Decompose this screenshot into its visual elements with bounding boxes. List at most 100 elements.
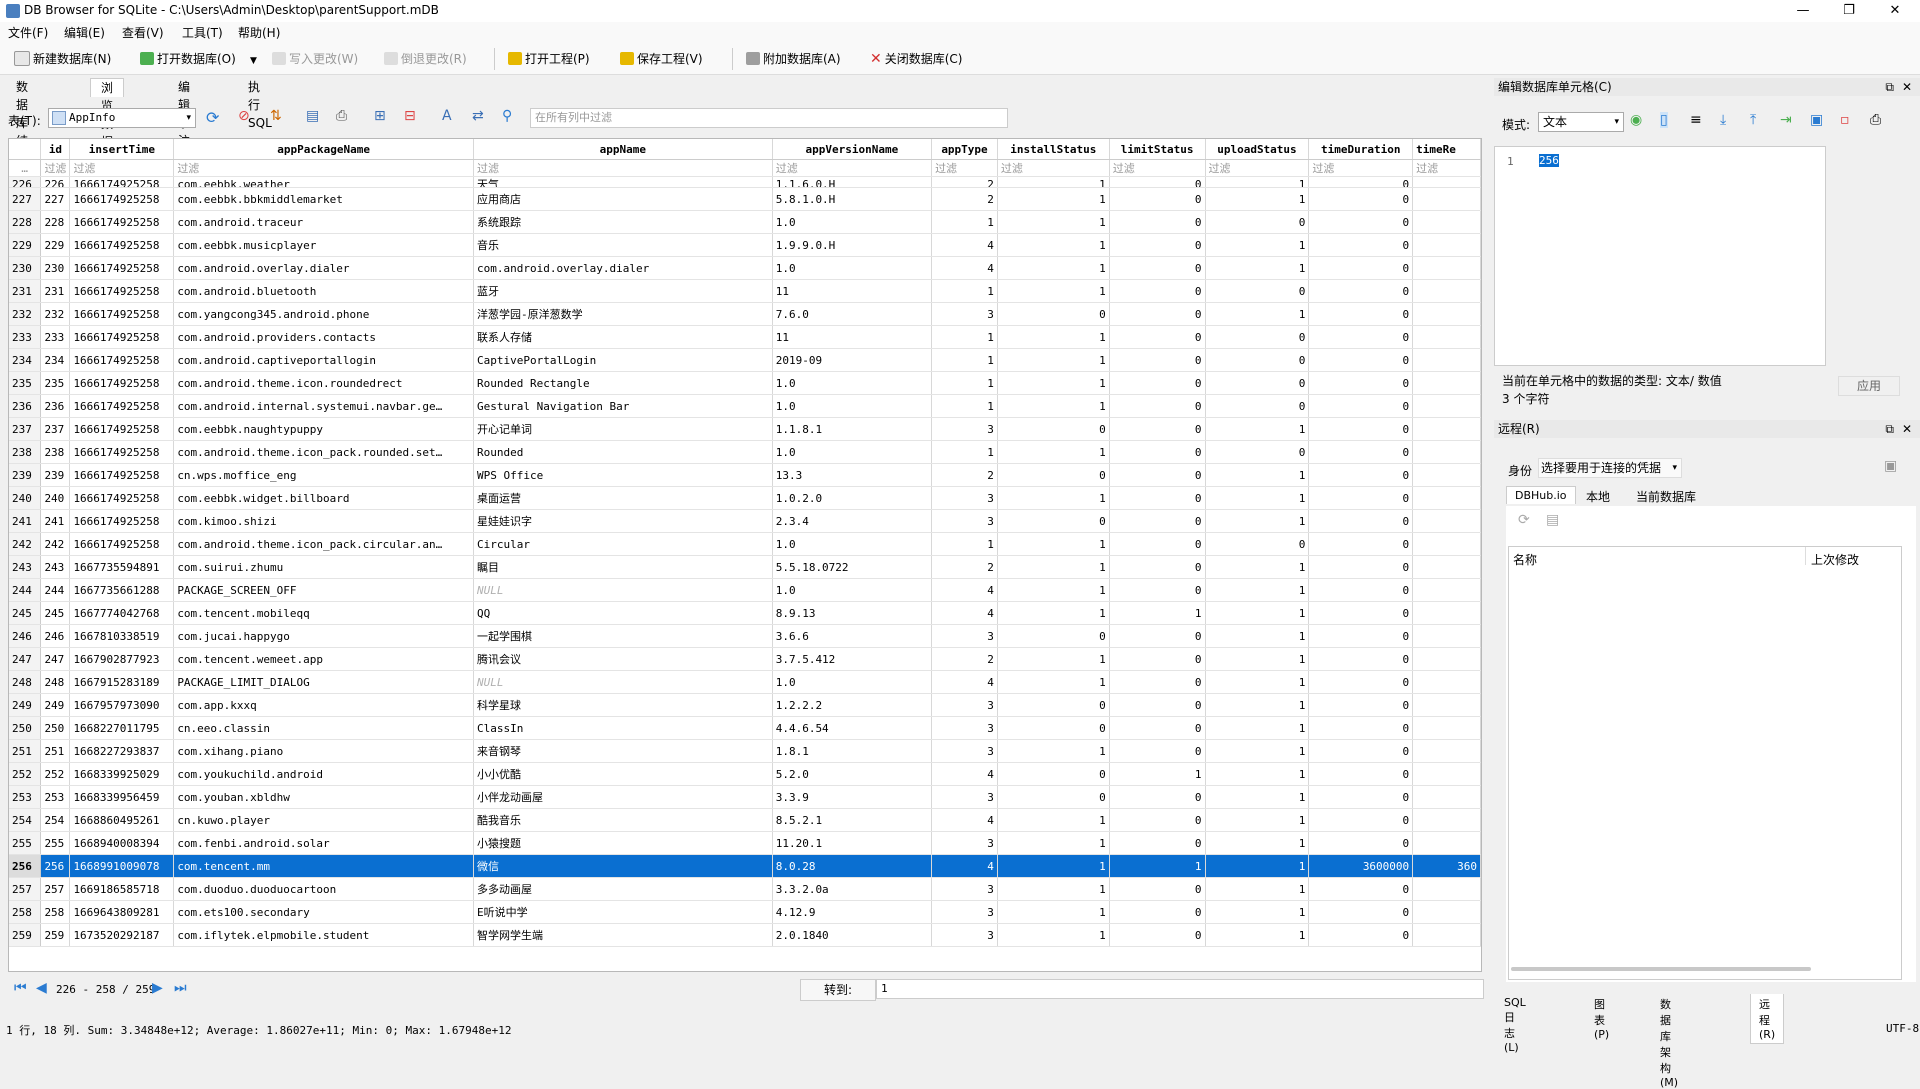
table-cell[interactable]: com.jucai.happygo xyxy=(173,624,474,648)
table-cell[interactable]: 1.0 xyxy=(772,440,933,464)
table-cell[interactable]: com.eebbk.bbkmiddlemarket xyxy=(173,187,474,211)
table-cell[interactable]: 1.0 xyxy=(772,578,933,602)
table-row[interactable]: 250 250 1668227011795 cn.eeo.classin ClassIn… xyxy=(9,716,1481,740)
table-cell[interactable]: 0 xyxy=(1109,509,1206,533)
table-cell[interactable]: 2 xyxy=(931,187,998,211)
table-cell[interactable]: 1666174925258 xyxy=(69,302,175,326)
table-cell[interactable]: 1 xyxy=(997,739,1110,763)
table-cell[interactable]: 小伴龙动画屋 xyxy=(473,785,773,809)
table-cell[interactable] xyxy=(1412,785,1481,809)
table-cell[interactable]: com.android.traceur xyxy=(173,210,474,234)
table-cell[interactable]: 1 xyxy=(1205,831,1310,855)
table-cell[interactable]: ClassIn xyxy=(473,716,773,740)
row-header[interactable]: 234 xyxy=(9,348,42,372)
table-cell[interactable]: 0 xyxy=(1308,785,1414,809)
table-cell[interactable]: com.android.theme.icon.roundedrect xyxy=(173,371,474,395)
table-row[interactable]: 238 238 1666174925258 com.android.theme.ico… xyxy=(9,440,1481,464)
table-row[interactable]: 237 237 1666174925258 com.eebbk.naughtypupp… xyxy=(9,417,1481,441)
table-cell[interactable]: PACKAGE_SCREEN_OFF xyxy=(173,578,474,602)
table-cell[interactable]: com.xihang.piano xyxy=(173,739,474,763)
table-cell[interactable]: 1 xyxy=(1205,785,1310,809)
column-filter-input[interactable]: 过滤 xyxy=(1308,159,1414,177)
table-cell[interactable]: 0 xyxy=(1109,785,1206,809)
table-cell[interactable]: 0 xyxy=(997,762,1110,786)
table-cell[interactable]: 1 xyxy=(1205,900,1310,924)
table-cell[interactable]: 小猿搜题 xyxy=(473,831,773,855)
table-cell[interactable]: 1668227011795 xyxy=(69,716,175,740)
table-cell[interactable] xyxy=(1412,348,1481,372)
table-cell[interactable]: 1 xyxy=(1109,762,1206,786)
table-cell[interactable]: 联系人存储 xyxy=(473,325,773,349)
table-cell[interactable]: 0 xyxy=(1109,279,1206,303)
table-cell[interactable]: 腾讯会议 xyxy=(473,647,773,671)
remote-hscrollbar[interactable] xyxy=(1511,967,1811,971)
table-cell[interactable]: 0 xyxy=(997,624,1110,648)
table-cell[interactable]: 0 xyxy=(1109,371,1206,395)
table-cell[interactable]: 1 xyxy=(931,394,998,418)
table-cell[interactable]: 2 xyxy=(931,463,998,487)
table-cell[interactable]: 0 xyxy=(1308,486,1414,510)
row-header[interactable]: 249 xyxy=(9,693,42,717)
table-cell[interactable]: 多多动画屋 xyxy=(473,877,773,901)
table-cell[interactable]: com.tencent.wemeet.app xyxy=(173,647,474,671)
table-cell[interactable]: QQ xyxy=(473,601,773,625)
table-cell[interactable] xyxy=(1412,624,1481,648)
table-cell[interactable]: 0 xyxy=(1205,325,1310,349)
table-cell[interactable]: 1667774042768 xyxy=(69,601,175,625)
table-cell[interactable]: 229 xyxy=(40,233,71,257)
row-header[interactable]: 241 xyxy=(9,509,42,533)
table-cell[interactable]: 1 xyxy=(997,176,1110,188)
table-cell[interactable]: 1.0 xyxy=(772,532,933,556)
column-header-apppackagename[interactable]: appPackageName xyxy=(173,139,474,160)
table-cell[interactable] xyxy=(1412,578,1481,602)
table-cell[interactable]: 0 xyxy=(1308,371,1414,395)
table-cell[interactable]: com.fenbi.android.solar xyxy=(173,831,474,855)
table-cell[interactable]: 1.8.1 xyxy=(772,739,933,763)
revert-changes-button[interactable]: 倒退更改(R) xyxy=(384,50,467,67)
row-header[interactable]: 245 xyxy=(9,601,42,625)
table-row[interactable]: 232 232 1666174925258 com.yangcong345.andro… xyxy=(9,302,1481,326)
table-cell[interactable]: 11 xyxy=(772,325,933,349)
table-cell[interactable]: 酷我音乐 xyxy=(473,808,773,832)
table-cell[interactable]: 1667957973090 xyxy=(69,693,175,717)
table-row[interactable]: 231 231 1666174925258 com.android.bluetooth… xyxy=(9,279,1481,303)
table-cell[interactable]: 天气 xyxy=(473,176,773,188)
row-header[interactable]: 255 xyxy=(9,831,42,855)
table-cell[interactable]: 0 xyxy=(1308,233,1414,257)
table-cell[interactable]: 232 xyxy=(40,302,71,326)
table-cell[interactable]: 音乐 xyxy=(473,233,773,257)
table-cell[interactable] xyxy=(1412,233,1481,257)
table-cell[interactable]: 3 xyxy=(931,900,998,924)
table-row[interactable]: 248 248 1667915283189 PACKAGE_LIMIT_DIALOG N… xyxy=(9,670,1481,694)
table-cell[interactable]: 1.9.9.0.H xyxy=(772,233,933,257)
table-cell[interactable]: com.eebbk.weather xyxy=(173,176,474,188)
set-null-icon[interactable]: ⇥ xyxy=(1780,112,1792,128)
table-cell[interactable]: 2019-09 xyxy=(772,348,933,372)
table-row[interactable]: 251 251 1668227293837 com.xihang.piano 来音钢琴 1… xyxy=(9,739,1481,763)
table-cell[interactable]: 0 xyxy=(1308,187,1414,211)
table-cell[interactable]: 4 xyxy=(931,578,998,602)
table-cell[interactable]: 3 xyxy=(931,739,998,763)
table-row[interactable]: 257 257 1669186585718 com.duoduo.duoduocart… xyxy=(9,877,1481,901)
table-cell[interactable]: 1 xyxy=(1205,716,1310,740)
table-cell[interactable]: 0 xyxy=(1109,394,1206,418)
table-cell[interactable]: 1666174925258 xyxy=(69,187,175,211)
table-cell[interactable]: 4 xyxy=(931,854,998,878)
table-cell[interactable]: 1 xyxy=(1205,187,1310,211)
table-row[interactable]: 226 226 1666174925258 com.eebbk.weather 天气 1.… xyxy=(9,176,1481,188)
table-cell[interactable]: 1 xyxy=(997,394,1110,418)
table-cell[interactable]: 0 xyxy=(1308,762,1414,786)
table-cell[interactable]: 1 xyxy=(1205,302,1310,326)
table-cell[interactable]: 1 xyxy=(931,532,998,556)
table-cell[interactable]: 蓝牙 xyxy=(473,279,773,303)
table-row[interactable]: 230 230 1666174925258 com.android.overlay.d… xyxy=(9,256,1481,280)
tab-plot[interactable]: 图表(P) xyxy=(1594,996,1609,1041)
table-cell[interactable]: 1 xyxy=(997,578,1110,602)
clone-icon[interactable]: ▤ xyxy=(1546,512,1559,528)
table-cell[interactable]: 244 xyxy=(40,578,71,602)
table-cell[interactable]: 0 xyxy=(1308,279,1414,303)
column-filter-input[interactable]: 过滤 xyxy=(173,159,474,177)
table-cell[interactable]: 1 xyxy=(931,348,998,372)
table-cell[interactable]: WPS Office xyxy=(473,463,773,487)
save-table-icon[interactable]: ▤ xyxy=(306,108,319,124)
